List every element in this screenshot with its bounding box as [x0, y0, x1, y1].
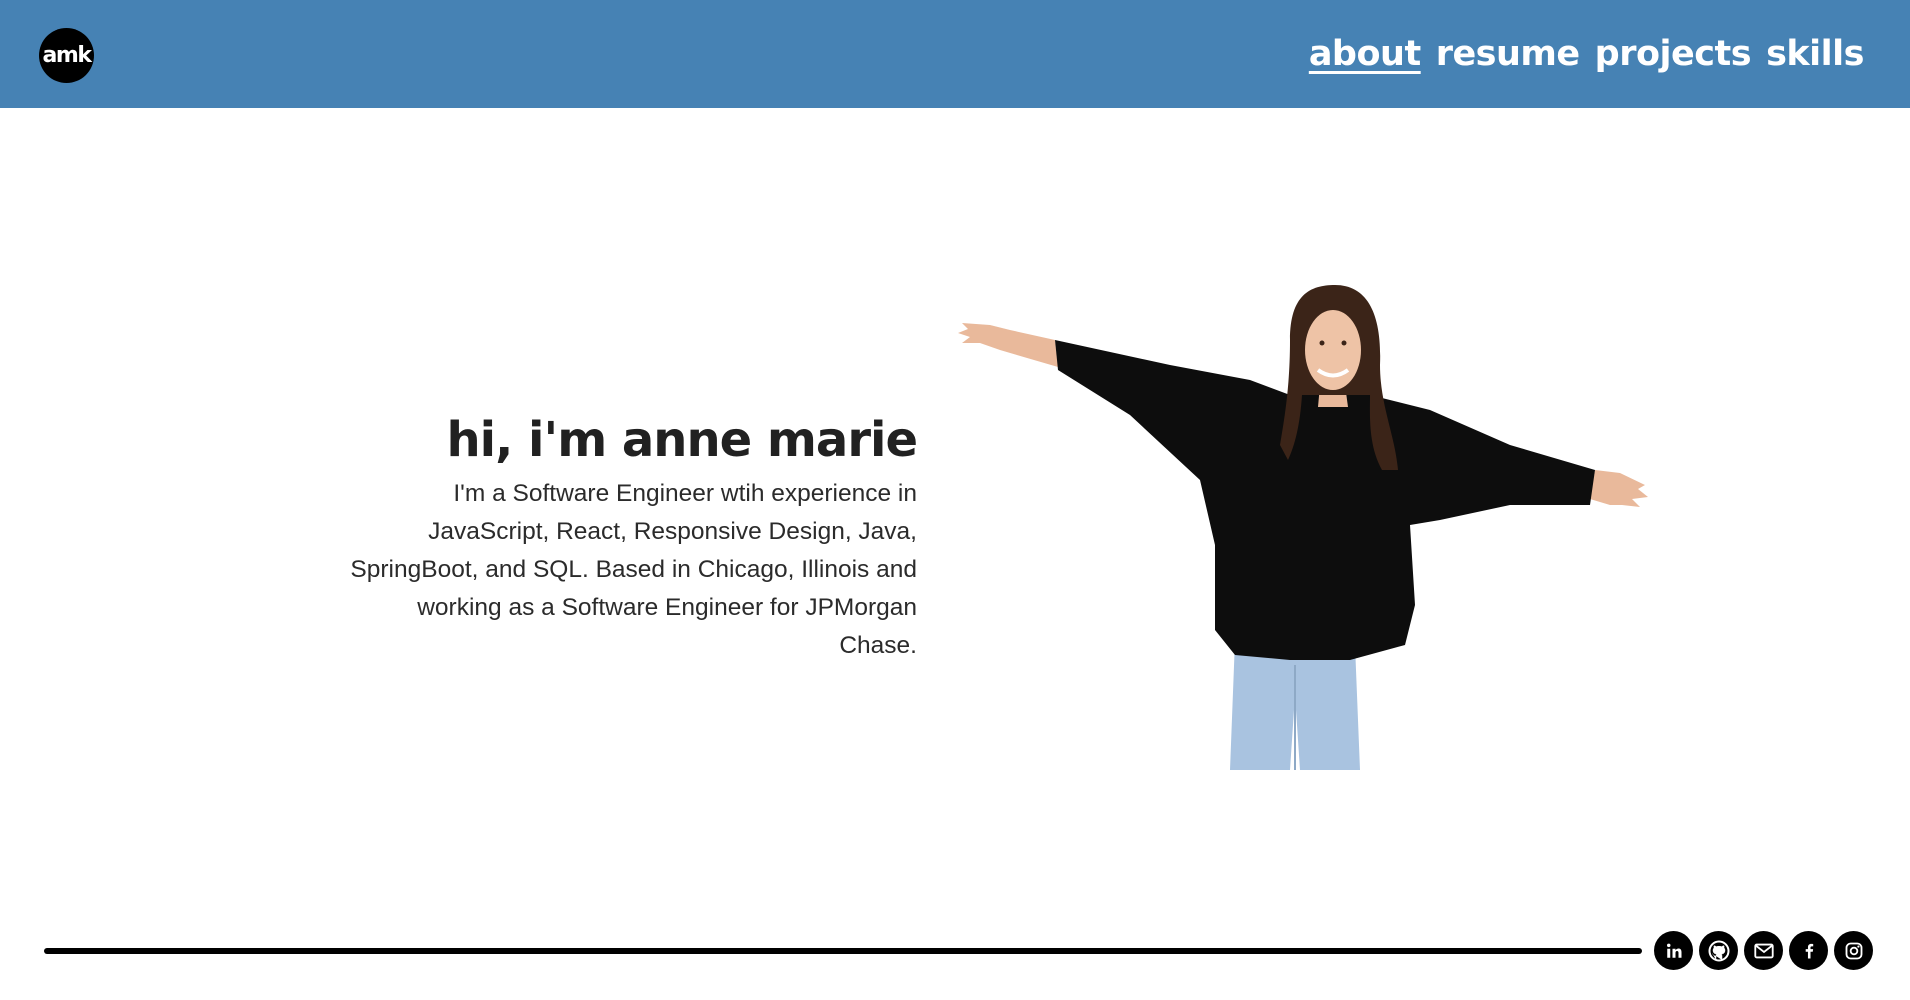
email-icon: [1753, 943, 1774, 958]
nav-link-resume[interactable]: resume: [1436, 30, 1580, 78]
instagram-link[interactable]: [1834, 931, 1873, 970]
github-icon: [1708, 940, 1729, 961]
nav-link-about[interactable]: about: [1309, 30, 1421, 78]
footer-divider: [44, 948, 1642, 954]
intro-description: I'm a Software Engineer wtih experience …: [350, 480, 917, 659]
nav-link-projects[interactable]: projects: [1595, 30, 1752, 78]
linkedin-icon: [1666, 943, 1681, 958]
main-nav: about resume projects skills: [1309, 30, 1865, 78]
social-links: [1654, 931, 1873, 970]
linkedin-link[interactable]: [1654, 931, 1693, 970]
nav-link-skills[interactable]: skills: [1766, 30, 1864, 78]
email-link[interactable]: [1744, 931, 1783, 970]
profile-photo: [958, 285, 1648, 770]
site-header: amk about resume projects skills: [0, 0, 1910, 108]
logo[interactable]: amk: [39, 28, 94, 83]
instagram-icon: [1845, 942, 1862, 959]
intro-heading: hi, i'm anne marie: [446, 412, 918, 468]
github-link[interactable]: [1699, 931, 1738, 970]
facebook-link[interactable]: [1789, 931, 1828, 970]
facebook-icon: [1805, 943, 1813, 958]
intro-section: hi, i'm anne marie I'm a Software Engine…: [300, 405, 918, 665]
